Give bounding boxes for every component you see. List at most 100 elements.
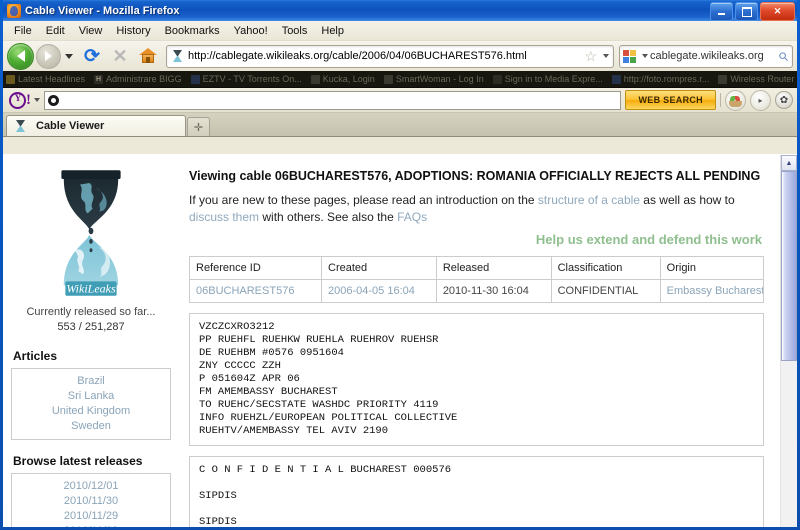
- forward-button[interactable]: [36, 44, 61, 69]
- window-controls: ✕: [710, 2, 795, 21]
- menu-bookmarks[interactable]: Bookmarks: [158, 23, 227, 39]
- table-row: 06BUCHAREST576 2006-04-05 16:04 2010-11-…: [190, 280, 764, 303]
- bookmark-star-icon[interactable]: ☆: [582, 48, 599, 65]
- close-button[interactable]: ✕: [760, 2, 795, 21]
- menu-help[interactable]: Help: [314, 23, 351, 39]
- address-bar[interactable]: http://cablegate.wikileaks.org/cable/200…: [166, 45, 614, 68]
- site-icon: [493, 75, 502, 84]
- cable-content: Viewing cable 06BUCHAREST576, ADOPTIONS:…: [179, 155, 780, 527]
- cable-metadata-table: Reference ID Created Released Classifica…: [189, 256, 764, 303]
- th-created: Created: [322, 257, 437, 280]
- scroll-up-button[interactable]: ▲: [781, 155, 797, 171]
- stop-icon: ✕: [112, 47, 127, 65]
- bookmark-label: SmartWoman - Log In: [396, 74, 484, 84]
- page-content: WikiLeaks Currently released so far... 5…: [3, 155, 780, 527]
- intro-paragraph: If you are new to these pages, please re…: [189, 192, 764, 226]
- yahoo-sprout-icon[interactable]: [725, 90, 746, 111]
- page-viewport: WikiLeaks Currently released so far... 5…: [3, 154, 797, 527]
- rss-icon: [6, 75, 15, 84]
- browser-window: Cable Viewer - Mozilla Firefox ✕ File Ed…: [0, 0, 800, 530]
- cell-created[interactable]: 2006-04-05 16:04: [322, 280, 437, 303]
- cell-reference-id[interactable]: 06BUCHAREST576: [190, 280, 322, 303]
- article-link-sweden[interactable]: Sweden: [12, 419, 170, 434]
- window-frame: Cable Viewer - Mozilla Firefox ✕ File Ed…: [0, 0, 800, 530]
- yahoo-more-button[interactable]: ▸: [750, 90, 771, 111]
- articles-heading: Articles: [13, 349, 171, 363]
- bookmark-latest-headlines[interactable]: Latest Headlines: [6, 74, 85, 84]
- bookmark-label: Latest Headlines: [18, 74, 85, 84]
- th-reference-id: Reference ID: [190, 257, 322, 280]
- bookmark-smartwoman[interactable]: SmartWoman - Log In: [384, 74, 484, 84]
- link-faqs[interactable]: FAQs: [397, 210, 427, 224]
- bookmark-media-express[interactable]: Sign in to Media Expre...: [493, 74, 603, 84]
- bookmark-label: EZTV - TV Torrents On...: [203, 74, 302, 84]
- bookmark-kucka-login[interactable]: Kucka, Login: [311, 74, 375, 84]
- hourglass-globe-icon: WikiLeaks: [43, 167, 139, 299]
- th-released: Released: [436, 257, 551, 280]
- release-dates-list: 2010/12/01 2010/11/30 2010/11/29 2010/11…: [11, 473, 171, 527]
- cell-origin[interactable]: Embassy Bucharest: [660, 280, 763, 303]
- yahoo-dropdown-icon[interactable]: [34, 98, 40, 102]
- svg-text:WikiLeaks: WikiLeaks: [66, 282, 116, 296]
- date-link-2010-11-28[interactable]: 2010/11/28: [12, 524, 170, 527]
- stop-button[interactable]: ✕: [107, 43, 133, 69]
- cell-classification: CONFIDENTIAL: [551, 280, 660, 303]
- bookmark-eztv[interactable]: EZTV - TV Torrents On...: [191, 74, 302, 84]
- gear-icon[interactable]: ✿: [775, 91, 793, 109]
- th-origin: Origin: [660, 257, 763, 280]
- home-button[interactable]: [135, 43, 161, 69]
- bookmark-label: Sign in to Media Expre...: [505, 74, 603, 84]
- menu-view[interactable]: View: [72, 23, 110, 39]
- bookmarks-toolbar: Latest Headlines H Administrare BIGG EZT…: [3, 71, 797, 88]
- history-dropdown-icon[interactable]: [65, 54, 73, 59]
- menu-history[interactable]: History: [109, 23, 157, 39]
- hourglass-icon: [13, 119, 27, 133]
- release-label: Currently released so far...: [11, 305, 171, 320]
- search-input[interactable]: cablegate.wikileaks.org: [650, 50, 779, 62]
- yahoo-logo-icon[interactable]: Y!: [7, 92, 30, 109]
- search-icon: [48, 95, 59, 106]
- search-engine-dropdown-icon[interactable]: [642, 54, 648, 58]
- bookmark-label: Administrare BIGG: [106, 74, 182, 84]
- page-title: Viewing cable 06BUCHAREST576, ADOPTIONS:…: [189, 169, 764, 183]
- back-button[interactable]: [7, 43, 34, 70]
- address-dropdown-icon[interactable]: [603, 54, 609, 58]
- window-title: Cable Viewer - Mozilla Firefox: [25, 5, 179, 17]
- menu-file[interactable]: File: [7, 23, 39, 39]
- vertical-scrollbar[interactable]: ▲: [780, 155, 797, 527]
- menu-edit[interactable]: Edit: [39, 23, 72, 39]
- bookmark-administrare-bigg[interactable]: H Administrare BIGG: [94, 74, 182, 84]
- cable-body-block: C O N F I D E N T I A L BUCHAREST 000576…: [189, 456, 764, 527]
- link-discuss-them[interactable]: discuss them: [189, 210, 259, 224]
- table-header-row: Reference ID Created Released Classifica…: [190, 257, 764, 280]
- navigation-toolbar: ⟳ ✕ http://cablegate.wikileaks.org/cable…: [3, 41, 797, 71]
- date-link-2010-11-30[interactable]: 2010/11/30: [12, 494, 170, 509]
- menu-yahoo[interactable]: Yahoo!: [227, 23, 275, 39]
- url-text: http://cablegate.wikileaks.org/cable/200…: [188, 50, 582, 62]
- article-link-sri-lanka[interactable]: Sri Lanka: [12, 389, 170, 404]
- menu-bar: File Edit View History Bookmarks Yahoo! …: [3, 21, 797, 41]
- scrollbar-thumb[interactable]: [781, 171, 797, 361]
- search-bar[interactable]: cablegate.wikileaks.org ⚲: [619, 45, 793, 68]
- reload-button[interactable]: ⟳: [79, 43, 105, 69]
- minimize-button[interactable]: [710, 2, 733, 21]
- article-link-united-kingdom[interactable]: United Kingdom: [12, 404, 170, 419]
- new-tab-button[interactable]: ✛: [187, 117, 210, 136]
- site-icon: [191, 75, 200, 84]
- yahoo-search-field[interactable]: [44, 91, 621, 110]
- site-icon: [311, 75, 320, 84]
- menu-tools[interactable]: Tools: [275, 23, 315, 39]
- help-banner[interactable]: Help us extend and defend this work: [189, 232, 764, 247]
- bookmark-wireless-router[interactable]: Wireless Router: [718, 74, 794, 84]
- tab-cable-viewer[interactable]: Cable Viewer: [6, 115, 186, 136]
- link-structure-of-a-cable[interactable]: structure of a cable: [538, 193, 640, 207]
- cable-header-block: VZCZCXRO3212 PP RUEHFL RUEHKW RUEHLA RUE…: [189, 313, 764, 446]
- web-search-button[interactable]: WEB SEARCH: [625, 90, 716, 110]
- bookmark-label: Wireless Router: [730, 74, 794, 84]
- bookmark-foto-rompres[interactable]: http://foto.rompres.r...: [612, 74, 710, 84]
- title-bar: Cable Viewer - Mozilla Firefox ✕: [3, 0, 797, 21]
- date-link-2010-11-29[interactable]: 2010/11/29: [12, 509, 170, 524]
- maximize-button[interactable]: [735, 2, 758, 21]
- date-link-2010-12-01[interactable]: 2010/12/01: [12, 479, 170, 494]
- article-link-brazil[interactable]: Brazil: [12, 374, 170, 389]
